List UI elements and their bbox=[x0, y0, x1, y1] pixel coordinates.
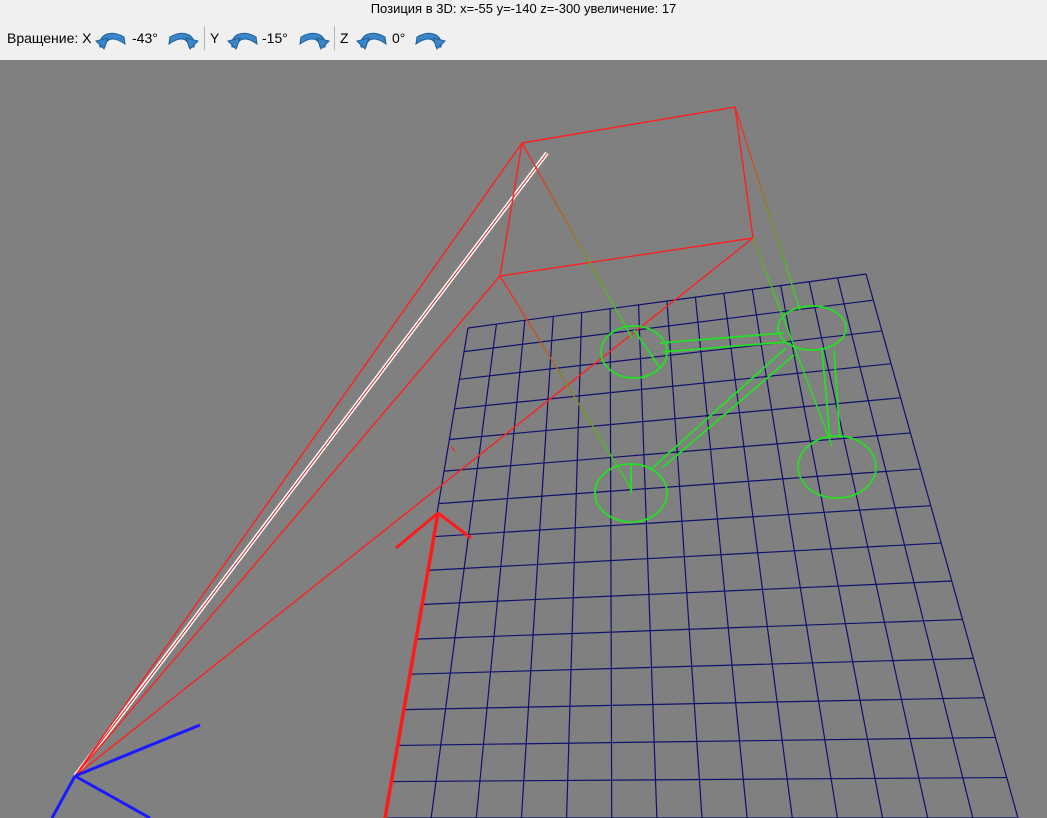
rotate-y-left-button[interactable] bbox=[226, 25, 260, 51]
3d-scene bbox=[50, 106, 1019, 818]
rotate-z-left-button[interactable] bbox=[355, 25, 389, 51]
grid-line bbox=[666, 300, 703, 818]
rotate-x-left-button[interactable] bbox=[94, 25, 128, 51]
rotate-left-icon bbox=[95, 32, 126, 50]
rotation-x-value: -43° bbox=[132, 30, 158, 46]
grid-line bbox=[637, 304, 658, 818]
camera-frustum bbox=[74, 106, 833, 777]
rotate-x-right-button[interactable] bbox=[166, 25, 200, 51]
coordinate-axes bbox=[50, 445, 472, 818]
rotation-z-label: Z bbox=[340, 30, 349, 46]
rotate-right-icon bbox=[415, 32, 446, 50]
rotate-right-icon bbox=[168, 32, 199, 50]
rotate-right-icon bbox=[299, 32, 330, 50]
rotation-y-value: -15° bbox=[262, 30, 288, 46]
3d-viewport[interactable] bbox=[0, 60, 1047, 818]
grid-line bbox=[520, 316, 554, 818]
rotation-x-label: Вращение: X bbox=[7, 30, 92, 46]
grid-line bbox=[780, 285, 884, 818]
grid-line bbox=[694, 297, 748, 818]
grid-line bbox=[808, 281, 929, 818]
ground-grid bbox=[385, 273, 1019, 818]
rotate-y-right-button[interactable] bbox=[297, 25, 331, 51]
rotate-left-icon bbox=[227, 32, 258, 50]
rotate-z-right-button[interactable] bbox=[413, 25, 447, 51]
toolbar-separator bbox=[204, 26, 205, 50]
grid-line bbox=[609, 308, 613, 818]
toolbar-separator bbox=[334, 26, 335, 50]
window-title: Позиция в 3D: x=-55 y=-140 z=-300 увелич… bbox=[0, 0, 1047, 18]
rotation-z-value: 0° bbox=[392, 30, 406, 46]
rotation-toolbar: Вращение: X -43° Y -15° Z 0° bbox=[0, 18, 1047, 60]
grid-line bbox=[751, 289, 839, 818]
rotate-left-icon bbox=[356, 32, 387, 50]
rotation-y-label: Y bbox=[210, 30, 220, 46]
camera-ray bbox=[73, 151, 549, 778]
